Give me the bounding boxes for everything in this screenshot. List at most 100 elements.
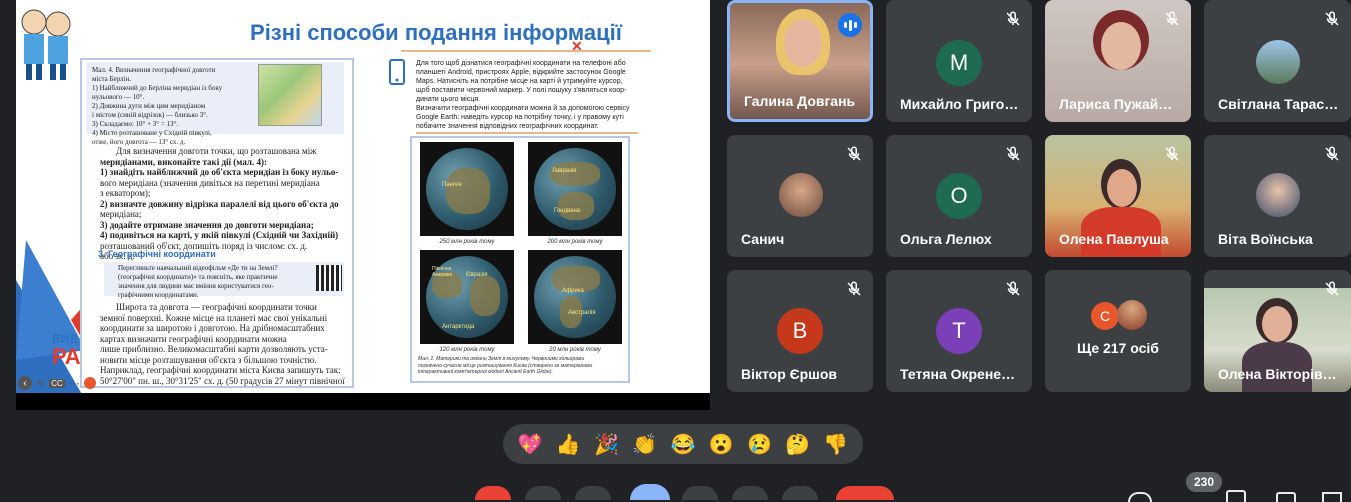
side-logo-bottom: РА — [52, 344, 81, 369]
globe-250-image — [420, 142, 514, 236]
participant-tile[interactable]: Світлана Тарас… — [1204, 0, 1351, 122]
avatar — [779, 173, 823, 217]
globe-caption: 120 млн років тому — [439, 347, 495, 353]
clapping-reaction[interactable]: 👏 — [630, 429, 660, 459]
captions-button[interactable] — [575, 486, 611, 500]
more-options-button[interactable] — [782, 486, 818, 500]
participant-tile[interactable]: Галина Довгань — [727, 0, 873, 122]
participant-name: Тетяна Окрене… — [900, 366, 1016, 382]
avatar: B — [777, 308, 823, 354]
surprised-reaction[interactable]: 😮 — [706, 429, 736, 459]
back-arrow-icon[interactable]: ‹ — [18, 376, 32, 390]
coordinates-paragraph: Широта та довгота — географічні координа… — [100, 302, 345, 386]
participant-face — [1262, 306, 1292, 342]
participant-name: Санич — [741, 231, 785, 247]
mic-off-icon — [1325, 11, 1339, 26]
mic-off-icon — [1165, 11, 1179, 26]
mic-off-icon — [847, 281, 861, 296]
globe-label: Антарктида — [442, 324, 475, 330]
laughing-reaction[interactable]: 😂 — [668, 429, 698, 459]
globe-label: Африка — [562, 288, 584, 294]
globe-caption: 250 млн років тому — [439, 239, 495, 245]
avatar: M — [936, 40, 982, 86]
mic-off-icon — [1325, 146, 1339, 161]
reactions-bar: 💖 👍 🎉 👏 😂 😮 😢 🤔 👎 — [503, 424, 863, 464]
participant-tile[interactable]: Віта Воїнська — [1204, 135, 1351, 257]
participant-name: Віта Воїнська — [1218, 231, 1313, 247]
participant-name: Ольга Лелюх — [900, 231, 992, 247]
activities-icon[interactable] — [1322, 492, 1342, 502]
people-icon[interactable] — [1226, 490, 1246, 502]
pen-icon[interactable]: ✎ — [36, 377, 45, 390]
more-icon[interactable]: ⋯ — [69, 377, 80, 390]
slide-title: Різні способи подання інформації — [250, 20, 622, 45]
presentation-bottom-bar — [16, 393, 710, 410]
participant-face — [1101, 22, 1141, 70]
thumbs-down-reaction[interactable]: 👎 — [821, 429, 851, 459]
leave-call-button[interactable] — [836, 486, 894, 500]
qr-code[interactable] — [316, 265, 342, 291]
mic-off-icon — [1325, 281, 1339, 296]
video-note-box: Перегляньте навчальний відеофільм «Де ти… — [104, 262, 344, 299]
raise-hand-button[interactable] — [732, 486, 768, 500]
sparkling-heart-reaction[interactable]: 💖 — [515, 429, 545, 459]
reactions-button[interactable] — [630, 484, 670, 500]
mic-off-icon — [1006, 146, 1020, 161]
close-mark-icon: ✕ — [571, 38, 583, 54]
crying-reaction[interactable]: 😢 — [744, 429, 774, 459]
thinking-reaction[interactable]: 🤔 — [783, 429, 813, 459]
participant-count-badge: 230 — [1186, 472, 1222, 492]
avatar — [1117, 300, 1147, 330]
avatar — [1256, 173, 1300, 217]
participant-tile[interactable]: Олена Павлуша — [1045, 135, 1191, 257]
participant-tile[interactable]: B Віктор Єршов — [727, 270, 873, 392]
figure-caption: Мал. 2. Материки та океани Землі в минул… — [418, 356, 593, 375]
title-underline — [401, 50, 651, 52]
globe-200-image — [528, 142, 622, 236]
globe-caption: 20 млн років тому — [549, 347, 601, 353]
participant-tile[interactable]: O Ольга Лелюх — [886, 135, 1032, 257]
participant-name: Віктор Єршов — [741, 366, 838, 382]
mic-toggle-button[interactable] — [475, 486, 511, 500]
participant-name: Олена Вікторів… — [1218, 366, 1337, 382]
more-participants-label: Ще 217 осіб — [1077, 340, 1159, 356]
map-example-text: Мал. 4. Визначення географічної довготи м… — [92, 66, 223, 146]
avatar — [1256, 40, 1300, 84]
camera-toggle-button[interactable] — [525, 486, 561, 500]
participant-name: Олена Павлуша — [1059, 231, 1169, 247]
chat-icon[interactable] — [1276, 492, 1296, 502]
presentation-slide: ВИД РА Різні способи подання інформації … — [16, 0, 710, 410]
participant-tile[interactable]: Олена Вікторів… — [1204, 270, 1351, 392]
participant-tile[interactable]: Санич — [727, 135, 873, 257]
party-popper-reaction[interactable]: 🎉 — [592, 429, 622, 459]
info-icon[interactable] — [1128, 492, 1152, 502]
google-maps-tip: Для того щоб дізнатися географічні коорд… — [416, 60, 630, 130]
more-participants-tile[interactable]: C Ще 217 осіб — [1045, 270, 1191, 392]
globe-caption: 200 млн років тому — [547, 239, 603, 245]
speaking-indicator-icon — [838, 13, 862, 37]
mic-off-icon — [847, 146, 861, 161]
main-instructions: Для визначення довготи точки, що розташо… — [100, 146, 339, 261]
present-button[interactable] — [682, 486, 718, 500]
captions-icon[interactable]: CC — [49, 378, 65, 388]
europe-map-image — [258, 64, 322, 126]
mic-off-icon — [1006, 281, 1020, 296]
participant-name: Галина Довгань — [744, 93, 856, 109]
globe-label: Австралія — [568, 310, 596, 316]
mic-off-icon — [1165, 146, 1179, 161]
phone-hand-icon — [389, 59, 405, 85]
globe-label: Євразія — [466, 272, 488, 278]
avatar: T — [936, 308, 982, 354]
map-example-box: Мал. 4. Визначення географічної довготи м… — [86, 62, 344, 146]
section-heading: 3. Географічні координати — [98, 249, 216, 259]
participant-name: Лариса Пужай… — [1059, 96, 1173, 112]
globe-label: Північна Америка — [432, 266, 453, 278]
globe-label: Пангея — [442, 182, 462, 188]
participant-face — [1107, 169, 1137, 207]
globe-label: Гондвана — [554, 208, 581, 214]
participant-tile[interactable]: T Тетяна Окрене… — [886, 270, 1032, 392]
participant-tile[interactable]: Лариса Пужай… — [1045, 0, 1191, 122]
next-arrow-icon[interactable] — [83, 377, 96, 389]
thumbs-up-reaction[interactable]: 👍 — [553, 429, 583, 459]
participant-tile[interactable]: M Михайло Григо… — [886, 0, 1032, 122]
